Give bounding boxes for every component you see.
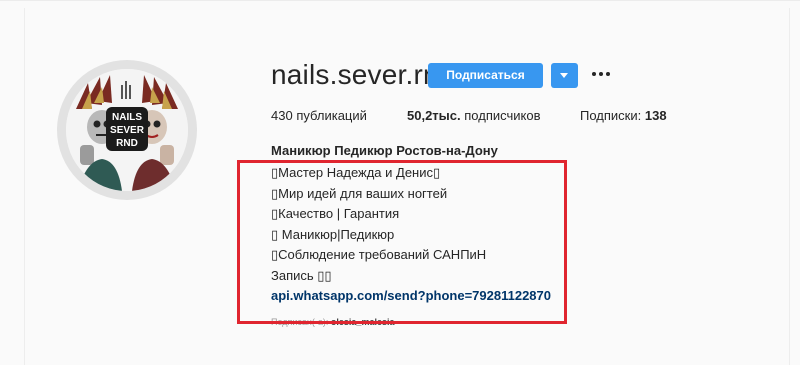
follow-button[interactable]: Подписаться xyxy=(428,63,543,88)
followed-by-label: Подписан(-а): xyxy=(271,317,329,327)
following-stat[interactable]: Подписки: 138 xyxy=(580,108,667,123)
avatar-text-sever: SEVER xyxy=(110,125,145,136)
bio-line: Запись ▯▯ xyxy=(271,268,332,283)
frame-left-border xyxy=(24,8,25,365)
bio-line: ▯Мир идей для ваших ногтей xyxy=(271,186,448,201)
bio-full-name: Маникюр Педикюр Ростов-на-Дону xyxy=(271,143,498,158)
avatar-logo-icon: NAILS SEVER RND xyxy=(66,69,188,191)
bio-line: ▯ Маникюр|Педикюр xyxy=(271,227,395,242)
profile-username: nails.sever.rnd xyxy=(271,59,455,90)
chevron-down-icon xyxy=(560,73,568,78)
more-options-icon xyxy=(606,72,610,76)
bio-website-link[interactable]: api.whatsapp.com/send?phone=79281122870 xyxy=(271,288,551,303)
bio-line: ▯Качество | Гарантия xyxy=(271,206,400,221)
posts-stat: 430 публикаций xyxy=(271,108,367,123)
more-options-button[interactable] xyxy=(592,72,610,77)
more-options-icon xyxy=(592,72,596,76)
following-label: Подписки: xyxy=(580,108,642,123)
bio-line: ▯Соблюдение требований САНПиН xyxy=(271,247,487,262)
following-count: 138 xyxy=(644,108,667,123)
avatar-text-rnd: RND xyxy=(116,138,138,149)
top-divider xyxy=(0,0,800,1)
avatar[interactable]: NAILS SEVER RND xyxy=(66,69,188,191)
followed-by-user-link[interactable]: olesia_malesia xyxy=(331,317,395,327)
posts-label: публикаций xyxy=(296,108,367,123)
more-options-icon xyxy=(599,72,603,76)
posts-count: 430 xyxy=(271,108,293,123)
avatar-text-nails: NAILS xyxy=(112,112,142,123)
followers-count: 50,2тыс. xyxy=(407,108,461,123)
followers-stat[interactable]: 50,2тыс. подписчиков xyxy=(407,108,540,123)
followed-by: Подписан(-а): olesia_malesia xyxy=(271,317,394,327)
bio-line: ▯Мастер Надежда и Денис▯ xyxy=(271,165,441,180)
frame-right-border xyxy=(789,8,790,365)
suggestions-dropdown-button[interactable] xyxy=(551,63,578,88)
followers-label: подписчиков xyxy=(464,108,541,123)
